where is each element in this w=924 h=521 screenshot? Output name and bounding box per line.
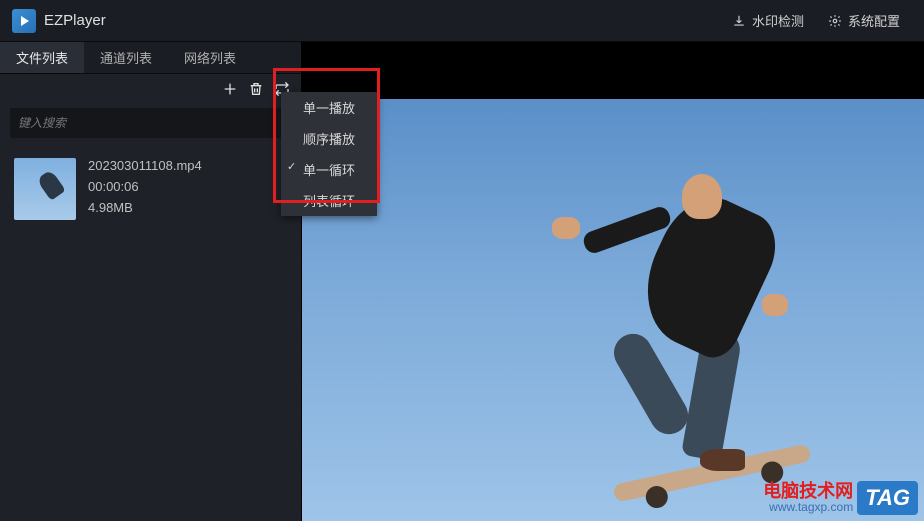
- tab-network-list[interactable]: 网络列表: [168, 42, 252, 73]
- watermark-line1: 电脑技术网: [763, 482, 853, 502]
- system-settings-button[interactable]: 系统配置: [816, 5, 912, 36]
- download-icon: [732, 14, 746, 28]
- add-button[interactable]: [221, 80, 239, 98]
- menu-item-single-loop[interactable]: 单一循环: [281, 154, 377, 185]
- gear-icon: [828, 14, 842, 28]
- sidebar-toolbar: [0, 74, 301, 104]
- search-input[interactable]: [18, 116, 283, 130]
- file-name: 202303011108.mp4: [88, 158, 202, 173]
- watermark-overlay: 电脑技术网 www.tagxp.com TAG: [763, 481, 918, 515]
- app-logo: [12, 9, 36, 33]
- menu-item-list-loop[interactable]: 列表循环: [281, 185, 377, 216]
- file-duration: 00:00:06: [88, 179, 202, 194]
- main-area: 文件列表 通道列表 网络列表 202303011108.mp4 00:00:06…: [0, 42, 924, 521]
- tab-channel-list[interactable]: 通道列表: [84, 42, 168, 73]
- file-thumbnail: [14, 158, 76, 220]
- loop-mode-menu: 单一播放 顺序播放 单一循环 列表循环: [281, 92, 377, 216]
- video-viewport[interactable]: 电脑技术网 www.tagxp.com TAG: [302, 42, 924, 521]
- tab-file-list[interactable]: 文件列表: [0, 42, 84, 73]
- watermark-line2: www.tagxp.com: [769, 501, 853, 514]
- system-settings-label: 系统配置: [848, 11, 900, 30]
- app-title: EZPlayer: [44, 12, 106, 29]
- search-box[interactable]: [10, 108, 291, 138]
- file-meta: 202303011108.mp4 00:00:06 4.98MB: [88, 158, 202, 220]
- menu-item-single-play[interactable]: 单一播放: [281, 92, 377, 123]
- file-size: 4.98MB: [88, 200, 202, 215]
- sidebar-tabs: 文件列表 通道列表 网络列表: [0, 42, 301, 74]
- video-content-skater: [482, 149, 862, 521]
- plus-icon: [222, 81, 238, 97]
- sidebar: 文件列表 通道列表 网络列表 202303011108.mp4 00:00:06…: [0, 42, 302, 521]
- titlebar: EZPlayer 水印检测 系统配置: [0, 0, 924, 42]
- file-list-item[interactable]: 202303011108.mp4 00:00:06 4.98MB: [0, 148, 301, 230]
- watermark-detect-button[interactable]: 水印检测: [720, 5, 816, 36]
- menu-item-sequential-play[interactable]: 顺序播放: [281, 123, 377, 154]
- watermark-tag: TAG: [857, 481, 918, 515]
- delete-button[interactable]: [247, 80, 265, 98]
- trash-icon: [248, 81, 264, 97]
- video-frame: [302, 99, 924, 521]
- watermark-detect-label: 水印检测: [752, 11, 804, 30]
